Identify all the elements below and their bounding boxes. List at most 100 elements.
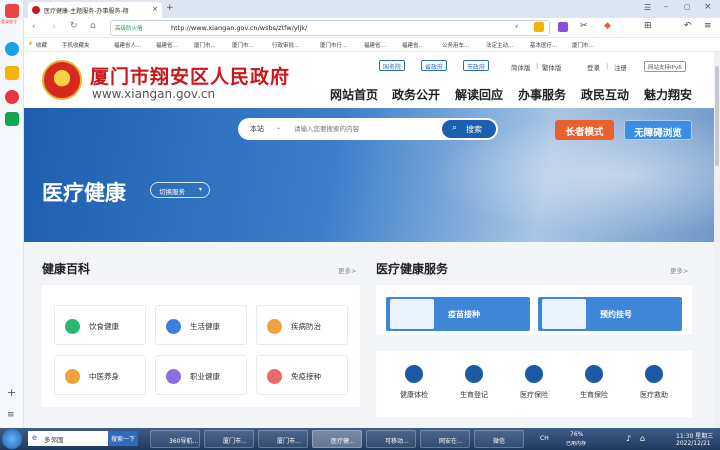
register-link[interactable]: 注册 [614, 62, 627, 72]
bookmark-item[interactable]: 厦门市... [572, 41, 594, 49]
game-icon[interactable]: ◆ [604, 21, 611, 31]
new-tab-icon[interactable]: + [166, 3, 174, 13]
service-medical-aid[interactable]: 医疗救助 [624, 365, 684, 400]
wiki-card-life[interactable]: 生活健康 [155, 305, 247, 345]
site-title[interactable]: 厦门市翔安区人民政府 [90, 62, 290, 89]
close-window-icon[interactable]: × [704, 2, 712, 12]
task-xiamen-2[interactable]: 厦门市... [258, 430, 308, 448]
volume-icon[interactable]: ♪ [626, 434, 631, 443]
start-button[interactable] [2, 429, 22, 449]
url-field[interactable]: 高级防火墙 http://www.xiangan.gov.cn/wsbs/ztf… [110, 20, 550, 36]
task-wangan[interactable]: 网安在... [420, 430, 470, 448]
close-tab-icon[interactable]: × [152, 5, 158, 13]
nav-charm-xiangan[interactable]: 魅力翔安 [644, 86, 692, 103]
extension-icon[interactable] [534, 22, 544, 32]
occupational-health-icon [166, 369, 181, 384]
undo-icon[interactable]: ↶ [684, 21, 692, 31]
search-scope-select[interactable]: 本站 [250, 124, 264, 134]
link-city-gov[interactable]: 市政府 [463, 60, 490, 71]
bookmark-item[interactable]: 法定主动... [486, 41, 513, 49]
cut-icon[interactable]: ✂ [580, 21, 588, 31]
wiki-card-tcm[interactable]: 中医养身 [54, 355, 146, 395]
refresh-icon[interactable]: ↻ [70, 21, 78, 31]
lightning-icon[interactable]: ⚡ [514, 23, 519, 31]
nav-interpretation[interactable]: 解读回应 [455, 86, 503, 103]
tab-active[interactable]: 医疗健康-主题服务-办事服务-翔 × [28, 2, 162, 18]
service-checkup[interactable]: 健康体检 [384, 365, 444, 400]
bookmark-item[interactable]: 公务用车... [442, 41, 469, 49]
bookmark-item[interactable]: 厦门市行... [320, 41, 347, 49]
grid-icon[interactable]: ⊞ [644, 21, 652, 31]
home-icon[interactable]: ⌂ [90, 21, 96, 31]
more-menu-icon[interactable]: ≡ [704, 21, 712, 31]
wiki-card-diet[interactable]: 饮食健康 [54, 305, 146, 345]
network-icon[interactable]: ⌂ [640, 434, 645, 443]
vaccine-card[interactable]: 疫苗接种 [386, 297, 530, 331]
add-icon[interactable]: + [7, 386, 16, 399]
maximize-icon[interactable]: ▢ [684, 3, 691, 11]
simplified-chinese-link[interactable]: 简体版 [511, 62, 531, 72]
bookmark-item[interactable]: 福建省... [402, 41, 424, 49]
bookmark-item[interactable]: 厦门市... [194, 41, 216, 49]
health-service-more-link[interactable]: 更多> [670, 265, 688, 275]
task-removable-disk[interactable]: 可移动... [366, 430, 416, 448]
extension-icon-2[interactable] [558, 22, 568, 32]
weibo-icon[interactable] [5, 90, 19, 104]
bookmark-item[interactable]: 行政审批... [272, 41, 299, 49]
link-provincial-gov[interactable]: 省政府 [421, 60, 448, 71]
search-button[interactable]: ⌕ 搜索 [442, 120, 496, 138]
wiki-card-occupational[interactable]: 职业健康 [155, 355, 247, 395]
nav-interaction[interactable]: 政民互动 [581, 86, 629, 103]
chevron-down-icon[interactable]: ⌄ [276, 124, 281, 131]
wiki-card-disease[interactable]: 疾病防治 [256, 305, 348, 345]
service-maternity-insurance[interactable]: 生育保险 [564, 365, 624, 400]
appointment-card[interactable]: 预约挂号 [538, 297, 682, 331]
bookmark-item[interactable]: 收藏 [36, 41, 47, 49]
memory-percent[interactable]: 76% [570, 431, 583, 438]
bookmark-item[interactable]: 福建省... [364, 41, 386, 49]
task-health-page[interactable]: 医疗健... [312, 430, 362, 448]
bookmark-item[interactable]: 基本医疗... [530, 41, 557, 49]
forward-icon[interactable]: › [52, 22, 56, 32]
back-icon[interactable]: ‹ [32, 22, 36, 32]
service-medical-insurance[interactable]: 医疗保险 [504, 365, 564, 400]
scrollbar-thumb[interactable] [715, 66, 719, 166]
nav-gov-affairs[interactable]: 政务公开 [392, 86, 440, 103]
task-xiamen-1[interactable]: 厦门市... [204, 430, 254, 448]
nav-home[interactable]: 网站首页 [330, 86, 378, 103]
taskbar-search-input[interactable]: e 多邻国 [28, 431, 108, 446]
browser-logo-icon[interactable] [5, 42, 19, 56]
link-state-council[interactable]: 国务院 [379, 60, 406, 71]
menu-icon[interactable]: ≡ [7, 410, 15, 420]
accessible-browse-button[interactable]: 无障碍浏览 [624, 120, 692, 140]
browser-sidebar: 登录账号 + ≡ [0, 0, 24, 428]
bookmark-item[interactable]: 厦门市... [232, 41, 254, 49]
page-scrollbar[interactable] [714, 52, 720, 428]
caret-down-icon: ▾ [199, 186, 203, 193]
minimize-icon[interactable]: – [664, 2, 668, 11]
task-360-nav[interactable]: 360导航... [150, 430, 200, 448]
wiki-card-vaccination[interactable]: 免疫接种 [256, 355, 348, 395]
search-input[interactable] [294, 122, 434, 136]
bookmark-item[interactable]: 福建省... [156, 41, 178, 49]
task-wechat[interactable]: 微信 [474, 430, 524, 448]
account-icon[interactable] [5, 4, 19, 18]
app-icon[interactable] [5, 112, 19, 126]
bookmark-item[interactable]: 福建省人... [114, 41, 141, 49]
bookmark-item[interactable]: 手机收藏夹 [62, 41, 90, 49]
login-link[interactable]: 登录 [587, 62, 600, 72]
elder-mode-button[interactable]: 长者模式 [555, 120, 614, 140]
health-wiki-more-link[interactable]: 更多> [338, 265, 356, 275]
skin-icon[interactable]: ☰ [644, 3, 651, 12]
traditional-chinese-link[interactable]: 繁体版 [542, 62, 562, 72]
clock-date[interactable]: 2022/12/21 [676, 440, 711, 447]
sidebar-login-label[interactable]: 登录账号 [1, 19, 17, 25]
star-favorites-icon[interactable] [5, 66, 19, 80]
clock-time[interactable]: 11:30 星期三 [676, 431, 713, 440]
nav-services[interactable]: 办事服务 [518, 86, 566, 103]
taskbar-search-button[interactable]: 搜索一下 [108, 431, 138, 446]
input-lang[interactable]: CH [540, 435, 549, 442]
service-birth-registration[interactable]: 生育登记 [444, 365, 504, 400]
switch-service-button[interactable]: 切换服务 ▾ [150, 182, 210, 198]
security-badge[interactable]: 高级防火墙 [115, 24, 167, 32]
